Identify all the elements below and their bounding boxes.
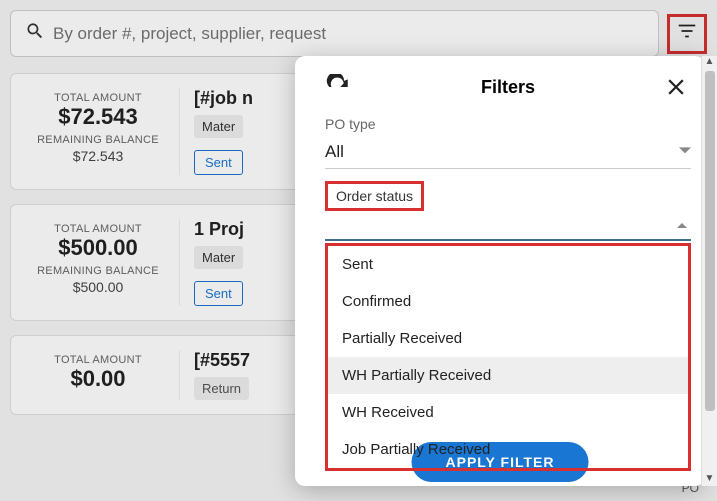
chevron-up-icon — [677, 217, 687, 235]
po-type-select[interactable]: All — [325, 136, 691, 169]
total-amount: $0.00 — [25, 366, 171, 392]
order-tag: Mater — [194, 246, 243, 269]
order-status-dropdown: Sent Confirmed Partially Received WH Par… — [325, 243, 691, 471]
order-tag: Return — [194, 377, 249, 400]
order-status-select[interactable] — [325, 211, 691, 241]
order-status-label: Order status — [325, 181, 424, 211]
remaining-balance-label: REMAINING BALANCE — [25, 265, 171, 277]
search-input[interactable] — [53, 24, 644, 44]
filters-panel: Filters PO type All Order status Sent Co… — [295, 56, 705, 486]
total-amount: $500.00 — [25, 235, 171, 261]
remaining-balance: $72.543 — [25, 148, 171, 164]
total-amount-label: TOTAL AMOUNT — [25, 223, 171, 235]
remaining-balance: $500.00 — [25, 279, 171, 295]
filter-button[interactable] — [667, 14, 707, 54]
scrollbar-thumb[interactable] — [705, 71, 715, 411]
search-box[interactable] — [10, 10, 659, 57]
po-type-label: PO type — [325, 116, 691, 132]
filter-icon — [676, 20, 698, 47]
order-status-badge: Sent — [194, 150, 243, 175]
status-option-job-partially-received[interactable]: Job Partially Received — [328, 431, 688, 468]
panel-title: Filters — [353, 77, 663, 98]
scroll-up-icon: ▲ — [702, 56, 717, 67]
search-icon — [25, 21, 53, 46]
status-option-sent[interactable]: Sent — [328, 246, 688, 283]
reset-button[interactable] — [325, 74, 351, 100]
close-button[interactable] — [663, 74, 689, 100]
po-type-value: All — [325, 142, 344, 162]
order-tag: Mater — [194, 115, 243, 138]
scrollbar[interactable]: ▲ ▼ — [701, 56, 717, 486]
scroll-down-icon: ▼ — [702, 473, 717, 484]
close-icon — [663, 87, 689, 104]
total-amount-label: TOTAL AMOUNT — [25, 354, 171, 366]
order-status-badge: Sent — [194, 281, 243, 306]
status-option-confirmed[interactable]: Confirmed — [328, 283, 688, 320]
refresh-icon — [325, 87, 351, 104]
status-option-wh-partially-received[interactable]: WH Partially Received — [328, 357, 688, 394]
remaining-balance-label: REMAINING BALANCE — [25, 134, 171, 146]
total-amount-label: TOTAL AMOUNT — [25, 92, 171, 104]
status-option-partially-received[interactable]: Partially Received — [328, 320, 688, 357]
status-option-wh-received[interactable]: WH Received — [328, 394, 688, 431]
chevron-down-icon — [679, 142, 691, 162]
total-amount: $72.543 — [25, 104, 171, 130]
